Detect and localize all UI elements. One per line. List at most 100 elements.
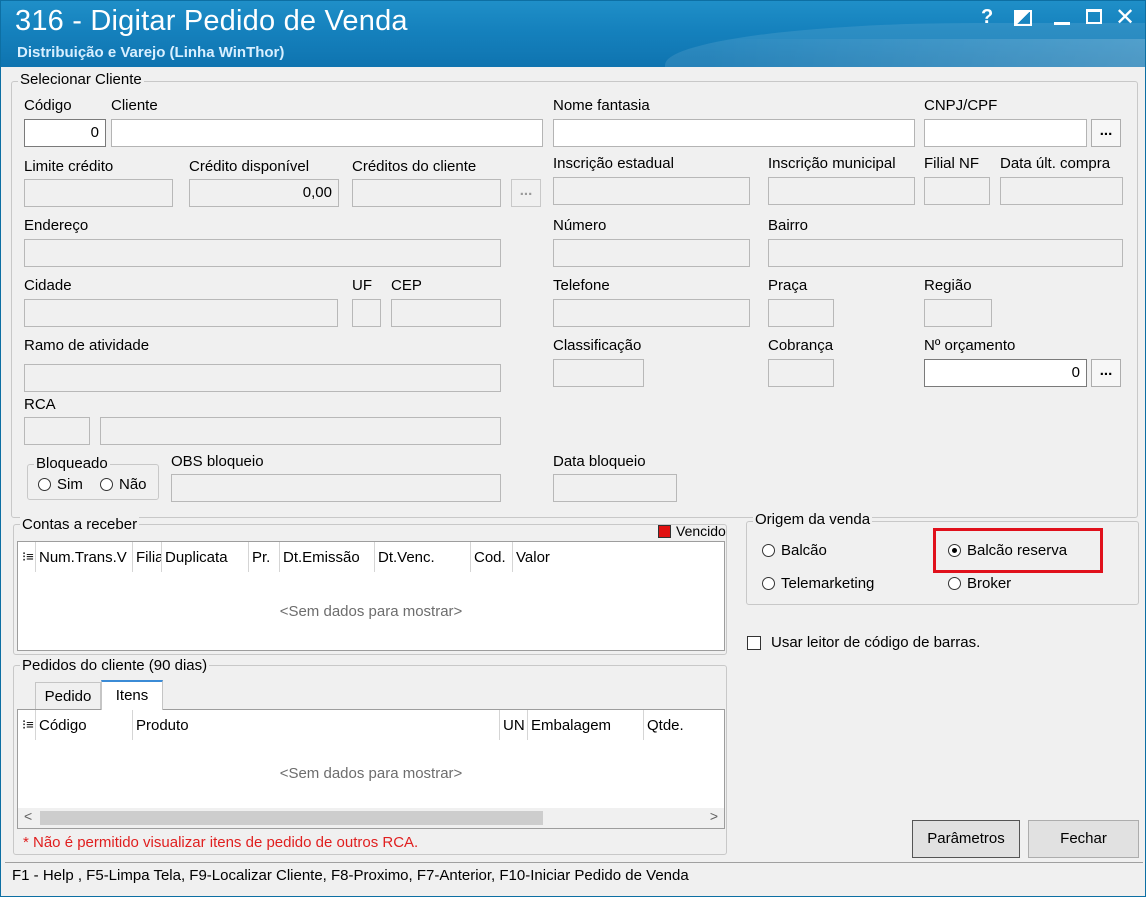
origem-telemarketing-radio[interactable]: Telemarketing xyxy=(762,575,874,592)
column-header[interactable]: Qtde. xyxy=(644,710,714,740)
data-bloqueio-input[interactable] xyxy=(553,474,677,502)
radio-circle-icon xyxy=(100,478,113,491)
numero-input[interactable] xyxy=(553,239,750,267)
column-header[interactable]: Num.Trans.V xyxy=(36,542,133,572)
cnpj-cpf-input[interactable] xyxy=(924,119,1087,147)
bloqueado-nao-radio[interactable]: Não xyxy=(100,476,147,493)
highlight-box xyxy=(933,528,1103,573)
barcode-reader-checkbox[interactable]: Usar leitor de código de barras. xyxy=(747,634,980,651)
bloqueado-sim-label: Sim xyxy=(57,476,83,493)
contas-receber-grid[interactable]: ⁝≡ Num.Trans.V Filia Duplicata Pr. Dt.Em… xyxy=(17,541,725,651)
classificacao-input[interactable] xyxy=(553,359,644,387)
column-header[interactable]: UN xyxy=(500,710,528,740)
minimize-icon[interactable] xyxy=(1054,22,1070,25)
credito-disponivel-label: Crédito disponível xyxy=(189,158,310,175)
tab-pedido[interactable]: Pedido xyxy=(35,682,101,710)
nome-fantasia-input[interactable] xyxy=(553,119,915,147)
window-title: 316 - Digitar Pedido de Venda xyxy=(15,5,408,37)
empty-grid-message: <Sem dados para mostrar> xyxy=(279,765,463,782)
inscricao-estadual-input[interactable] xyxy=(553,177,750,205)
ramo-atividade-input[interactable] xyxy=(24,364,501,392)
status-bar: F1 - Help , F5-Limpa Tela, F9-Localizar … xyxy=(5,862,1143,890)
creditos-cliente-input[interactable] xyxy=(352,179,501,207)
tab-itens[interactable]: Itens xyxy=(101,680,163,710)
cnpj-cpf-label: CNPJ/CPF xyxy=(924,97,998,114)
creditos-cliente-label: Créditos do cliente xyxy=(352,158,477,175)
cobranca-input[interactable] xyxy=(768,359,834,387)
inscricao-municipal-input[interactable] xyxy=(768,177,915,205)
column-header[interactable]: Cod. xyxy=(471,542,513,572)
group-title: Origem da venda xyxy=(753,511,873,528)
cep-input[interactable] xyxy=(391,299,501,327)
group-title: Selecionar Cliente xyxy=(18,71,144,88)
endereco-label: Endereço xyxy=(24,217,89,234)
radio-circle-icon xyxy=(762,544,775,557)
creditos-cliente-button[interactable]: ... xyxy=(511,179,541,207)
bloqueado-sim-radio[interactable]: Sim xyxy=(38,476,83,493)
column-chooser-icon[interactable]: ⁝≡ xyxy=(18,710,36,740)
cidade-input[interactable] xyxy=(24,299,338,327)
cnpj-cpf-search-button[interactable]: ... xyxy=(1091,119,1121,147)
classificacao-label: Classificação xyxy=(553,337,642,354)
column-header[interactable]: Produto xyxy=(133,710,500,740)
origem-telemarketing-label: Telemarketing xyxy=(781,575,875,592)
radio-circle-icon xyxy=(948,577,961,590)
horizontal-scrollbar[interactable]: < > xyxy=(18,808,724,828)
bairro-input[interactable] xyxy=(768,239,1123,267)
vencido-legend-swatch xyxy=(658,525,671,538)
rca-code-input[interactable] xyxy=(24,417,90,445)
uf-label: UF xyxy=(352,277,372,294)
praca-input[interactable] xyxy=(768,299,834,327)
scroll-right-icon[interactable]: > xyxy=(710,808,718,824)
column-header[interactable]: Embalagem xyxy=(528,710,644,740)
column-header[interactable]: Valor xyxy=(513,542,573,572)
obs-bloqueio-input[interactable] xyxy=(171,474,501,502)
telefone-input[interactable] xyxy=(553,299,750,327)
num-orcamento-search-button[interactable]: ... xyxy=(1091,359,1121,387)
num-orcamento-label: Nº orçamento xyxy=(924,337,1016,354)
filial-nf-input[interactable] xyxy=(924,177,990,205)
uf-input[interactable] xyxy=(352,299,381,327)
origem-balcao-radio[interactable]: Balcão xyxy=(762,542,827,559)
endereco-input[interactable] xyxy=(24,239,501,267)
codigo-label: Código xyxy=(24,97,72,114)
theme-toggle-icon[interactable] xyxy=(1014,10,1032,26)
parametros-button[interactable]: Parâmetros xyxy=(912,820,1020,858)
grid-header: ⁝≡ Num.Trans.V Filia Duplicata Pr. Dt.Em… xyxy=(18,542,724,572)
group-title: Contas a receber xyxy=(20,516,140,533)
regiao-input[interactable] xyxy=(924,299,992,327)
column-header[interactable]: Dt.Emissão xyxy=(280,542,375,572)
credito-disponivel-input[interactable]: 0,00 xyxy=(189,179,339,207)
title-bar[interactable]: 316 - Digitar Pedido de Venda Distribuiç… xyxy=(1,1,1145,67)
limite-credito-label: Limite crédito xyxy=(24,158,114,175)
num-orcamento-input[interactable]: 0 xyxy=(924,359,1087,387)
nome-fantasia-label: Nome fantasia xyxy=(553,97,650,114)
filial-nf-label: Filial NF xyxy=(924,155,979,172)
numero-label: Número xyxy=(553,217,607,234)
column-header[interactable]: Dt.Venc. xyxy=(375,542,471,572)
rca-name-input[interactable] xyxy=(100,417,501,445)
form-body: Selecionar Cliente Código 0 Cliente Nome… xyxy=(5,67,1143,860)
close-icon[interactable]: ✕ xyxy=(1115,3,1135,32)
fechar-button[interactable]: Fechar xyxy=(1028,820,1139,858)
window-subtitle: Distribuição e Varejo (Linha WinThor) xyxy=(17,44,285,61)
scrollbar-thumb[interactable] xyxy=(40,811,543,825)
limite-credito-input[interactable] xyxy=(24,179,173,207)
column-header[interactable]: Duplicata xyxy=(162,542,249,572)
pedido-itens-grid[interactable]: ⁝≡ Código Produto UN Embalagem Qtde. <Se… xyxy=(17,709,725,829)
cep-label: CEP xyxy=(391,277,422,294)
maximize-icon[interactable] xyxy=(1086,9,1102,24)
telefone-label: Telefone xyxy=(553,277,610,294)
origem-broker-radio[interactable]: Broker xyxy=(948,575,1011,592)
obs-bloqueio-label: OBS bloqueio xyxy=(171,453,264,470)
column-header[interactable]: Filia xyxy=(133,542,162,572)
column-header[interactable]: Código xyxy=(36,710,133,740)
codigo-input[interactable]: 0 xyxy=(24,119,106,147)
column-chooser-icon[interactable]: ⁝≡ xyxy=(18,542,36,572)
scroll-left-icon[interactable]: < xyxy=(24,808,32,824)
title-decoration-glow xyxy=(705,39,1145,67)
column-header[interactable]: Pr. xyxy=(249,542,280,572)
cliente-input[interactable] xyxy=(111,119,543,147)
help-icon[interactable]: ? xyxy=(981,6,993,29)
data-ult-compra-input[interactable] xyxy=(1000,177,1123,205)
